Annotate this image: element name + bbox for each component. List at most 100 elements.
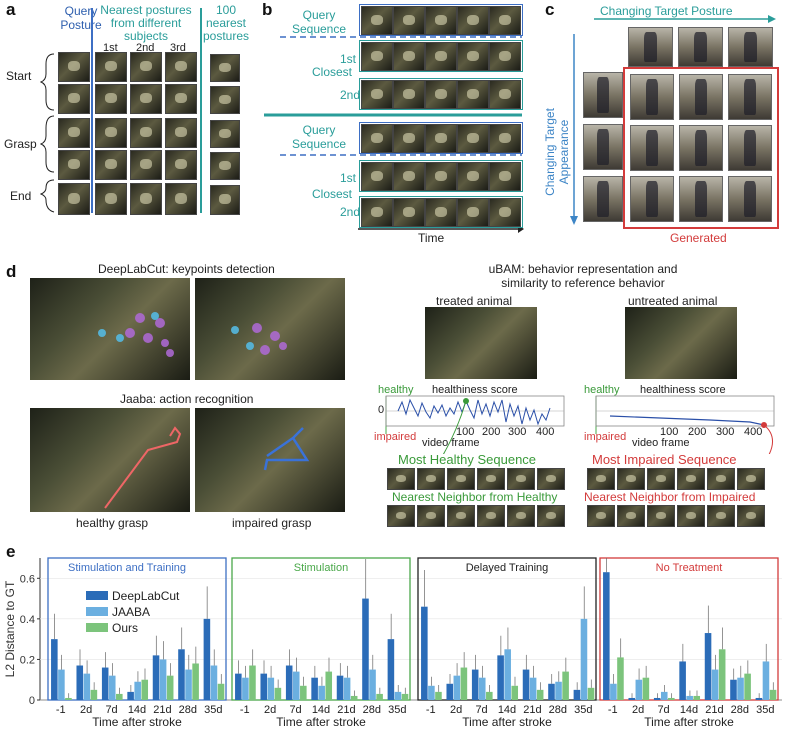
bar: [90, 689, 98, 700]
bar: [362, 598, 369, 700]
untreated-score-chart: [595, 395, 775, 454]
bar: [65, 697, 72, 700]
bar: [522, 669, 530, 700]
bar: [460, 667, 468, 700]
bar: [325, 671, 333, 700]
panel-b-label: b: [262, 0, 273, 19]
x-tick-label: 2d: [264, 704, 276, 716]
panel-c-label: c: [545, 0, 555, 19]
untreated-photo: [625, 307, 737, 379]
group-title: No Treatment: [656, 562, 723, 574]
bar: [446, 683, 454, 700]
x-tick-label: -1: [240, 704, 250, 716]
bar: [300, 685, 307, 700]
bar: [369, 669, 376, 700]
bar: [453, 675, 461, 700]
untreated-tick-400: 400: [744, 426, 763, 438]
hundred-nearest-header: 100 nearest postures: [202, 3, 250, 43]
dlc-photo-1: [30, 278, 190, 380]
x-tick-label: 2d: [632, 704, 644, 716]
legend-label: DeepLabCut: [112, 589, 180, 603]
treated-tick-200: 200: [482, 426, 501, 438]
bar: [127, 691, 134, 700]
bar: [134, 681, 141, 700]
bar: [108, 675, 116, 700]
bar: [343, 677, 351, 700]
dlc-photo-2: [195, 278, 345, 380]
bar: [730, 679, 737, 700]
bar: [693, 695, 701, 700]
jaaba-title: Jaaba: action recognition: [120, 392, 254, 406]
treated-tick-400: 400: [536, 426, 555, 438]
x-tick-label: 35d: [756, 704, 774, 716]
bar: [428, 685, 435, 700]
row-braces: [40, 53, 55, 213]
bar: [744, 673, 751, 700]
most-healthy-label: Most Healthy Sequence: [398, 452, 537, 467]
healthy-grasp-label: healthy grasp: [76, 516, 149, 530]
bar: [401, 693, 409, 700]
query-sequence-1: Query Sequence: [291, 8, 347, 36]
bar: [737, 677, 744, 700]
bar: [178, 649, 185, 700]
legend-swatch: [86, 623, 108, 632]
x-tick-label: 35d: [388, 704, 406, 716]
bar: [642, 677, 650, 700]
bar: [101, 667, 109, 700]
most-impaired-label: Most Impaired Sequence: [592, 452, 737, 467]
nn-healthy-label: Nearest Neighbor from Healthy: [392, 490, 558, 504]
bar: [471, 669, 479, 700]
bar: [486, 691, 493, 700]
treated-label: treated animal: [436, 294, 513, 308]
nearest-postures-header: Nearest postures from different subjects: [100, 3, 192, 43]
legend-swatch: [86, 591, 108, 600]
x-tick-label: -1: [426, 704, 436, 716]
bar: [635, 679, 643, 700]
bar: [562, 671, 569, 700]
bar: [152, 655, 160, 700]
x-tick-label: 35d: [204, 704, 222, 716]
bar: [603, 572, 610, 700]
bar: [617, 657, 624, 700]
group-title: Stimulation: [294, 562, 348, 574]
treated-tick-100: 100: [456, 426, 475, 438]
x-axis-label: Time after stroke: [276, 715, 366, 729]
untreated-tick-300: 300: [716, 426, 735, 438]
bar: [336, 675, 344, 700]
bar: [350, 695, 358, 700]
group-box: [599, 557, 779, 701]
bar-chart-e: 0 0.2 0.4 0.6L2 Distance to GT Stimulation a…: [3, 557, 782, 729]
bar: [755, 697, 763, 700]
bar: [762, 661, 770, 700]
panel-a-label: a: [6, 0, 16, 19]
bar: [210, 665, 218, 700]
untreated-tick-200: 200: [688, 426, 707, 438]
bar: [573, 689, 581, 700]
bar: [58, 669, 65, 700]
x-tick-label: 35d: [574, 704, 592, 716]
untreated-label: untreated animal: [628, 294, 718, 308]
treated-tick-300: 300: [508, 426, 527, 438]
x-tick-label: 2d: [80, 704, 92, 716]
bar: [668, 697, 675, 700]
bar: [497, 655, 504, 700]
bar: [529, 677, 537, 700]
bar: [478, 677, 486, 700]
bar: [580, 618, 588, 700]
bar: [394, 691, 402, 700]
x-tick-label: 2d: [450, 704, 462, 716]
bar: [387, 639, 395, 700]
y-tick-label: 0.2: [20, 654, 35, 666]
bar: [260, 673, 268, 700]
bar: [141, 679, 149, 700]
legend-swatch: [86, 607, 108, 616]
bar: [242, 677, 249, 700]
group-title: Delayed Training: [466, 562, 549, 574]
bar: [116, 693, 123, 700]
bar: [83, 673, 91, 700]
x-axis-label: Time after stroke: [462, 715, 552, 729]
bar: [711, 669, 719, 700]
posture-arrow: [594, 15, 776, 23]
bar: [203, 618, 211, 700]
bar: [292, 671, 300, 700]
